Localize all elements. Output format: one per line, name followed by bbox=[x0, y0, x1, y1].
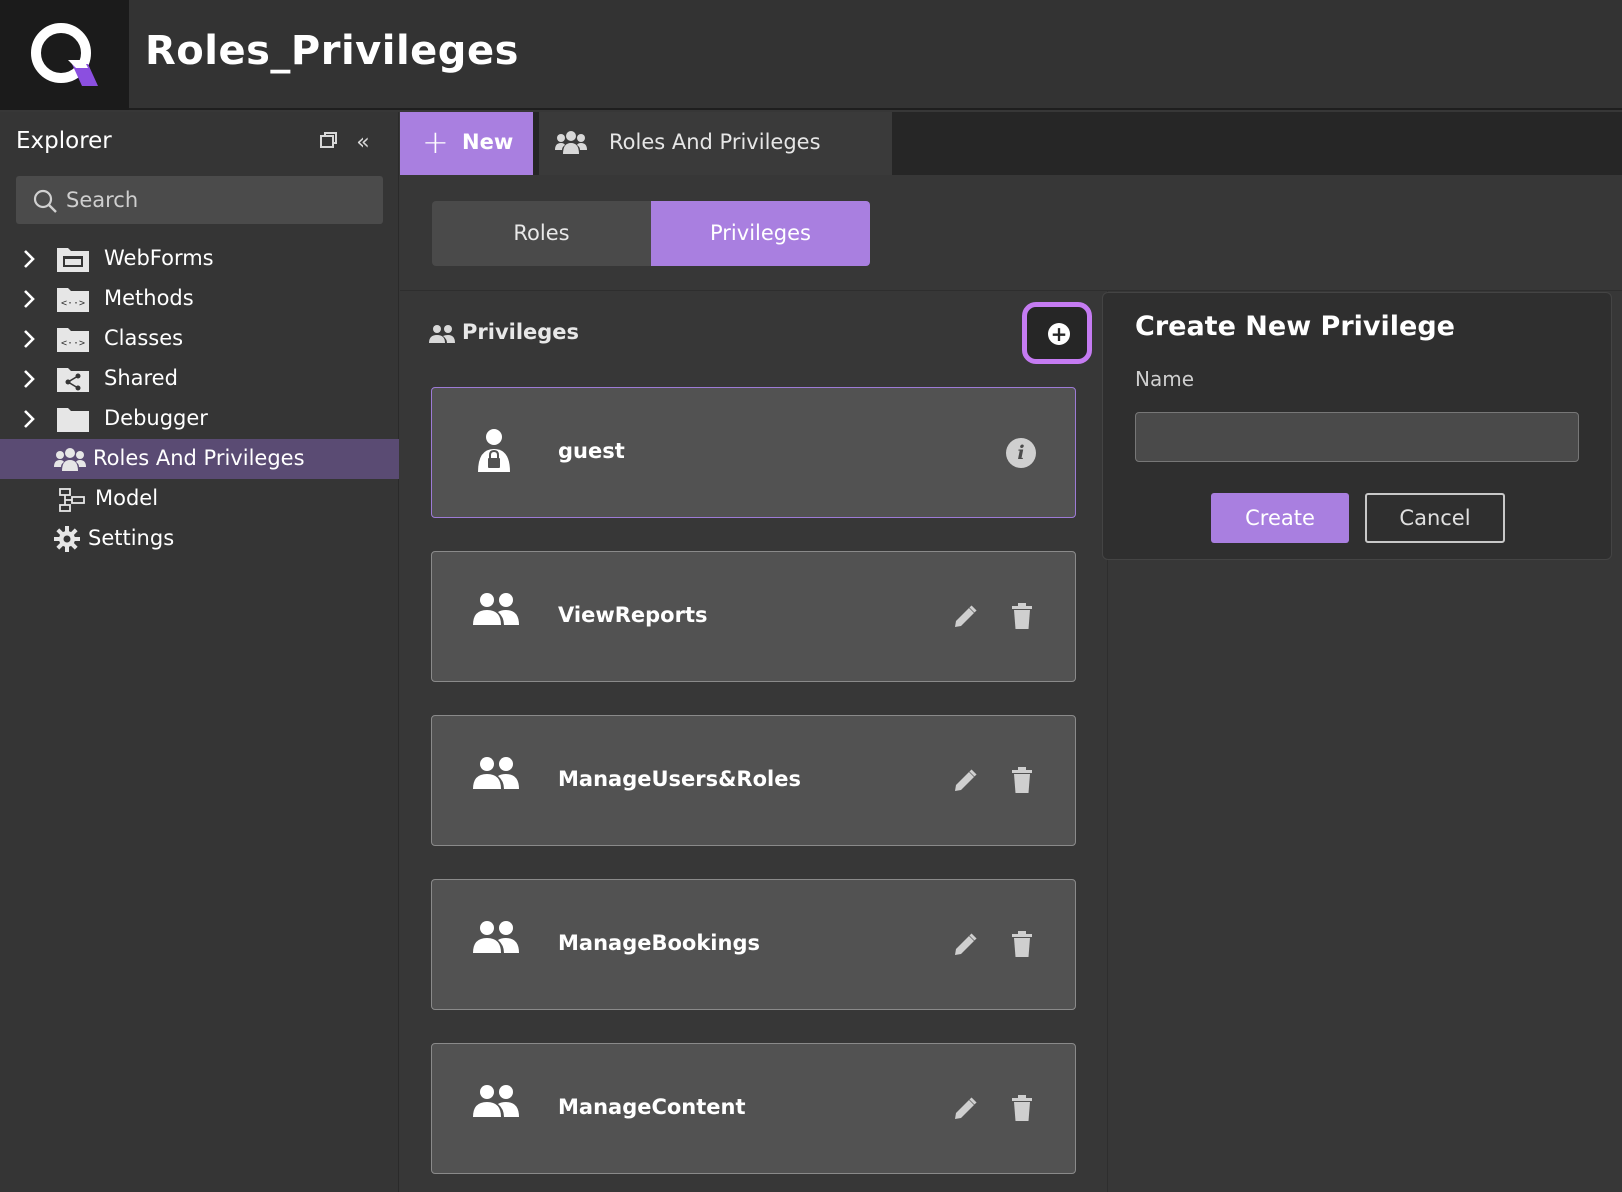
users-group-icon bbox=[54, 448, 86, 471]
plus-circle-icon: + bbox=[1048, 323, 1070, 345]
sidebar-item-label: Methods bbox=[104, 286, 194, 310]
search-icon bbox=[33, 189, 57, 213]
tab-bar: + New Roles And Privileges bbox=[400, 112, 1622, 175]
svg-text:<··>: <··> bbox=[61, 338, 85, 349]
chevron-right-icon[interactable] bbox=[22, 329, 36, 349]
plus-icon: + bbox=[422, 123, 449, 161]
privilege-name: ViewReports bbox=[558, 603, 708, 627]
name-label: Name bbox=[1135, 367, 1195, 391]
add-privilege-button[interactable]: + bbox=[1022, 302, 1092, 364]
search-box[interactable] bbox=[16, 176, 383, 224]
privilege-name: ManageContent bbox=[558, 1095, 746, 1119]
info-icon[interactable]: i bbox=[1006, 438, 1036, 468]
app-header: Roles_Privileges bbox=[0, 0, 1622, 110]
people-icon bbox=[473, 1085, 519, 1117]
chevron-right-icon[interactable] bbox=[22, 369, 36, 389]
privilege-name: ManageUsers&Roles bbox=[558, 767, 801, 791]
logo bbox=[0, 0, 129, 110]
create-button[interactable]: Create bbox=[1211, 493, 1349, 543]
sidebar-item-webforms[interactable]: WebForms bbox=[0, 239, 399, 279]
sidebar-item-label: Model bbox=[95, 486, 159, 510]
sidebar-item-label: Shared bbox=[104, 366, 178, 390]
tab-privileges[interactable]: Privileges bbox=[651, 201, 870, 266]
svg-text:<··>: <··> bbox=[61, 298, 85, 309]
app-title: Roles_Privileges bbox=[145, 28, 519, 74]
trash-icon[interactable] bbox=[1010, 930, 1034, 958]
explorer-title: Explorer bbox=[16, 128, 112, 154]
chevron-right-icon[interactable] bbox=[22, 249, 36, 269]
folder-icon bbox=[57, 408, 89, 432]
privilege-card-guest[interactable]: guest i bbox=[431, 387, 1076, 518]
new-button-label: New bbox=[462, 130, 514, 154]
code-folder-icon: <··> bbox=[57, 288, 89, 312]
tab-label: Roles And Privileges bbox=[609, 130, 821, 154]
privilege-card-manageusers-roles[interactable]: ManageUsers&Roles bbox=[431, 715, 1076, 846]
popup-title: Create New Privilege bbox=[1135, 311, 1455, 342]
pencil-icon[interactable] bbox=[952, 604, 978, 630]
privilege-name: guest bbox=[558, 439, 625, 463]
trash-icon[interactable] bbox=[1010, 766, 1034, 794]
sidebar-item-label: Settings bbox=[88, 526, 175, 550]
sidebar-item-label: Classes bbox=[104, 326, 184, 350]
tab-roles-and-privileges[interactable]: Roles And Privileges bbox=[539, 112, 892, 175]
people-icon bbox=[429, 325, 455, 343]
sidebar-item-classes[interactable]: <··> Classes bbox=[0, 319, 399, 359]
locked-user-icon bbox=[478, 429, 510, 472]
chevron-right-icon[interactable] bbox=[22, 409, 36, 429]
people-icon bbox=[473, 921, 519, 953]
privilege-name-input[interactable] bbox=[1135, 412, 1579, 462]
search-input[interactable] bbox=[66, 176, 366, 224]
restore-window-icon[interactable] bbox=[316, 130, 342, 156]
sidebar-item-roles-and-privileges[interactable]: Roles And Privileges bbox=[0, 439, 399, 479]
privilege-name: ManageBookings bbox=[558, 931, 760, 955]
privilege-card-viewreports[interactable]: ViewReports bbox=[431, 551, 1076, 682]
model-icon bbox=[59, 488, 85, 512]
cancel-button[interactable]: Cancel bbox=[1365, 493, 1505, 543]
privilege-card-managecontent[interactable]: ManageContent bbox=[431, 1043, 1076, 1174]
sidebar-item-settings[interactable]: Settings bbox=[0, 519, 399, 559]
sidebar-item-label: WebForms bbox=[104, 246, 214, 270]
sidebar-item-label: Roles And Privileges bbox=[93, 446, 305, 470]
people-icon bbox=[473, 757, 519, 789]
webform-folder-icon bbox=[57, 248, 89, 272]
people-icon bbox=[473, 593, 519, 625]
trash-icon[interactable] bbox=[1010, 602, 1034, 630]
sidebar-item-label: Debugger bbox=[104, 406, 208, 430]
sidebar-item-shared[interactable]: Shared bbox=[0, 359, 399, 399]
divider bbox=[400, 290, 1622, 291]
sidebar-item-debugger[interactable]: Debugger bbox=[0, 399, 399, 439]
q-logo-icon bbox=[31, 23, 98, 86]
pencil-icon[interactable] bbox=[952, 768, 978, 794]
users-group-icon bbox=[555, 131, 587, 154]
tab-roles[interactable]: Roles bbox=[432, 201, 651, 266]
share-folder-icon bbox=[57, 368, 89, 392]
explorer-tree: WebForms <··> Methods <··> Classes Share… bbox=[0, 239, 399, 559]
gear-icon bbox=[54, 526, 80, 552]
chevron-right-icon[interactable] bbox=[22, 289, 36, 309]
pencil-icon[interactable] bbox=[952, 1096, 978, 1122]
create-privilege-popup: Create New Privilege Name Create Cancel bbox=[1102, 292, 1612, 560]
explorer-sidebar: Explorer « WebForms <··> Methods <··> Cl… bbox=[0, 112, 399, 1192]
code-folder-icon: <··> bbox=[57, 328, 89, 352]
sidebar-item-model[interactable]: Model bbox=[0, 479, 399, 519]
privileges-section-title: Privileges bbox=[462, 320, 580, 344]
trash-icon[interactable] bbox=[1010, 1094, 1034, 1122]
pencil-icon[interactable] bbox=[952, 932, 978, 958]
privilege-card-managebookings[interactable]: ManageBookings bbox=[431, 879, 1076, 1010]
sidebar-item-methods[interactable]: <··> Methods bbox=[0, 279, 399, 319]
new-button[interactable]: + New bbox=[400, 112, 533, 175]
roles-privileges-toggle: Roles Privileges bbox=[432, 201, 870, 266]
collapse-sidebar-icon[interactable]: « bbox=[350, 130, 376, 156]
